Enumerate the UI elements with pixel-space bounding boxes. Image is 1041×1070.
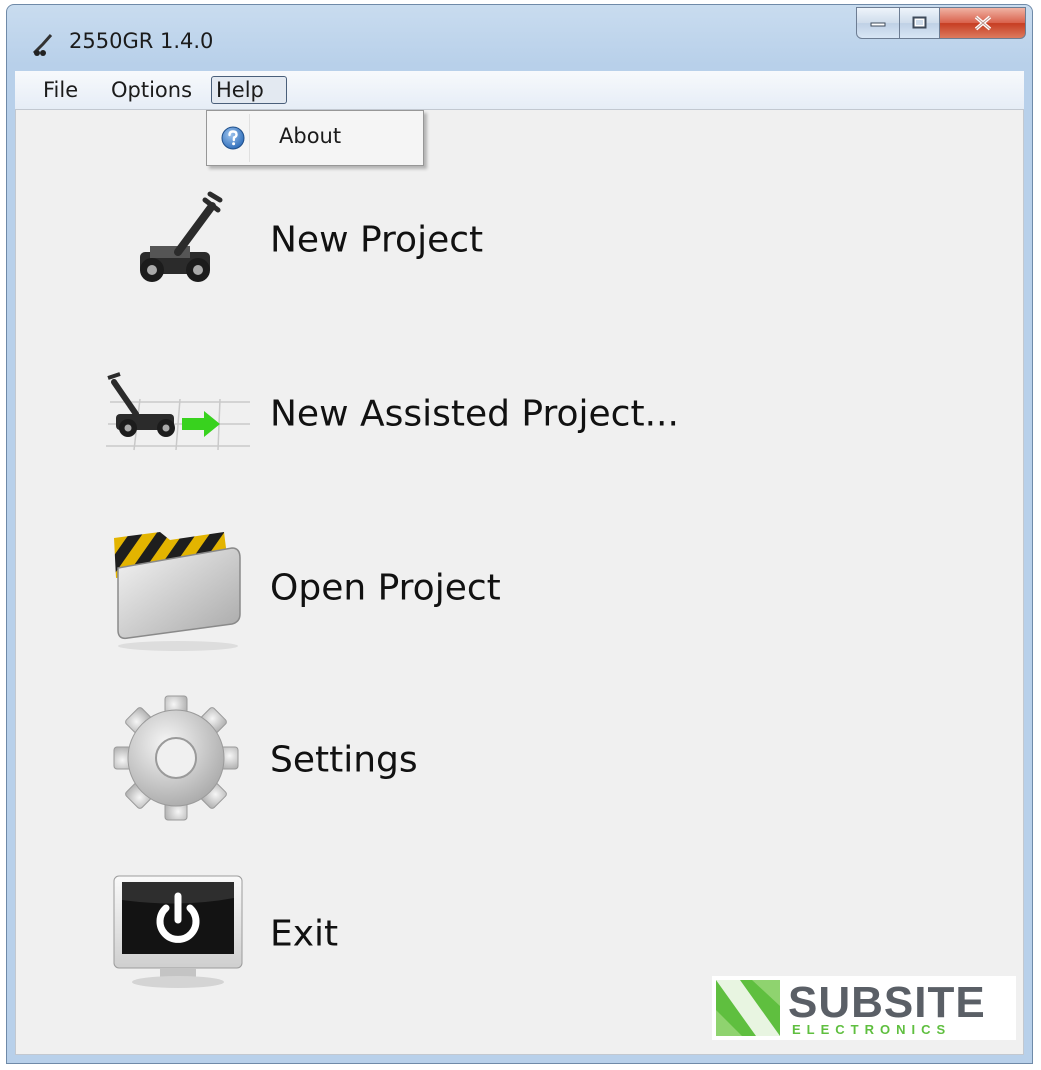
menu-bar: File Options Help xyxy=(15,71,1024,110)
folder-hazard-stripes-icon xyxy=(114,532,241,651)
logo-brand-text: SUBSITE xyxy=(788,978,986,1027)
minimize-icon xyxy=(870,22,886,27)
settings-label: Settings xyxy=(270,739,418,781)
maximize-icon xyxy=(912,16,926,29)
exit-button[interactable]: Exit xyxy=(100,864,700,1004)
help-menu-dropdown: About xyxy=(206,110,424,166)
radar-cart-arrow-grid-icon xyxy=(106,372,250,451)
new-project-label: New Project xyxy=(270,219,484,261)
menu-gutter xyxy=(249,114,250,162)
monitor-power-icon xyxy=(113,875,243,988)
settings-button[interactable]: Settings xyxy=(100,690,700,830)
menu-item-about[interactable]: About xyxy=(279,124,341,148)
window-title: 2550GR 1.4.0 xyxy=(69,29,214,53)
menu-file[interactable]: File xyxy=(39,76,82,104)
subsite-logo: SUBSITE ELECTRONICS xyxy=(712,976,1016,1040)
gear-icon xyxy=(113,695,239,821)
app-icon xyxy=(32,34,53,56)
new-project-button[interactable]: New Project xyxy=(100,170,700,310)
open-project-button[interactable]: Open Project xyxy=(100,518,700,658)
new-assisted-project-label: New Assisted Project... xyxy=(270,393,679,435)
menu-help[interactable]: Help xyxy=(211,76,287,104)
logo-subtitle-text: ELECTRONICS xyxy=(792,1022,952,1037)
new-assisted-project-button[interactable]: New Assisted Project... xyxy=(100,344,700,484)
title-bar[interactable]: 2550GR 1.4.0 xyxy=(7,5,1032,69)
help-circle-icon xyxy=(221,126,245,150)
restore-button[interactable] xyxy=(900,7,940,39)
minimize-button[interactable] xyxy=(856,7,900,39)
open-project-label: Open Project xyxy=(270,567,501,609)
menu-options[interactable]: Options xyxy=(107,76,196,104)
close-button[interactable] xyxy=(940,7,1026,39)
ground-radar-cart-icon xyxy=(140,191,223,282)
close-icon xyxy=(974,15,991,31)
exit-label: Exit xyxy=(270,913,339,955)
caption-buttons xyxy=(856,7,1026,39)
